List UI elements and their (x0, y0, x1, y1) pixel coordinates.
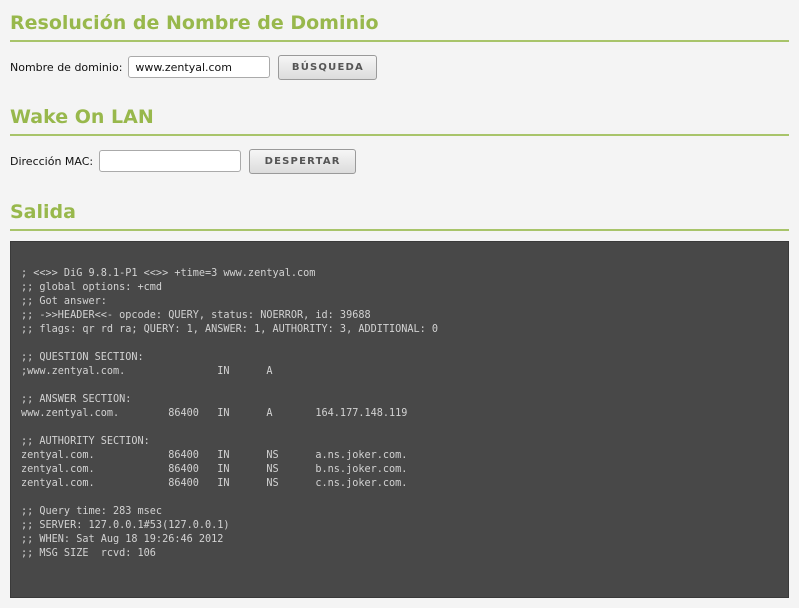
command-output-text: ; <<>> DiG 9.8.1-P1 <<>> +time=3 www.zen… (21, 268, 439, 559)
mac-address-label: Dirección MAC: (10, 154, 94, 168)
dns-form-row: Nombre de dominio: BÚSQUEDA (10, 54, 378, 80)
mac-address-input[interactable] (99, 150, 242, 172)
domain-name-label: Nombre de dominio: (10, 60, 123, 74)
dns-section-title: Resolución de Nombre de Dominio (10, 11, 789, 42)
output-section-title: Salida (10, 200, 789, 231)
lookup-button[interactable]: BÚSQUEDA (278, 54, 378, 80)
output-panel: ; <<>> DiG 9.8.1-P1 <<>> +time=3 www.zen… (10, 241, 789, 598)
wol-form-row: Dirección MAC: DESPERTAR (10, 148, 357, 174)
network-diagnostics-page: Resolución de Nombre de Dominio Nombre d… (0, 0, 799, 608)
wake-button[interactable]: DESPERTAR (249, 148, 357, 174)
domain-name-input[interactable] (128, 56, 271, 78)
wol-section-title: Wake On LAN (10, 105, 789, 136)
